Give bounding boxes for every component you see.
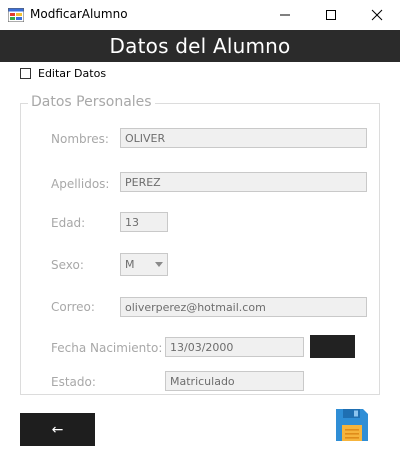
floppy-disk-icon[interactable] [334, 407, 370, 443]
back-button[interactable]: ← [20, 413, 95, 446]
personal-data-legend: Datos Personales [28, 94, 155, 110]
minimize-button[interactable] [262, 0, 308, 30]
app-form-icon [8, 8, 24, 22]
back-arrow-label: ← [51, 421, 64, 438]
minimize-icon [280, 14, 290, 16]
estado-input[interactable]: Matriculado [165, 371, 304, 391]
window-title: ModficarAlumno [30, 7, 128, 21]
maximize-button[interactable] [308, 0, 354, 30]
sexo-value: M [125, 258, 135, 271]
nombres-label: Nombres: [51, 132, 109, 146]
correo-input[interactable]: oliverperez@hotmail.com [120, 297, 367, 317]
apellidos-label: Apellidos: [51, 177, 110, 191]
estado-label: Estado: [51, 375, 96, 389]
chevron-down-icon [155, 262, 163, 267]
fecha-nacimiento-label: Fecha Nacimiento: [51, 341, 163, 355]
edad-label: Edad: [51, 216, 86, 230]
sexo-label: Sexo: [51, 258, 84, 272]
sexo-select[interactable]: M [120, 253, 168, 276]
edad-input[interactable]: 13 [120, 212, 168, 232]
close-icon [371, 9, 383, 21]
close-button[interactable] [354, 0, 400, 30]
fecha-nacimiento-input[interactable]: 13/03/2000 [165, 337, 304, 357]
apellidos-input[interactable]: PEREZ [120, 172, 367, 192]
correo-label: Correo: [51, 300, 95, 314]
edit-data-label[interactable]: Editar Datos [38, 67, 106, 80]
maximize-icon [326, 10, 336, 20]
edit-data-checkbox[interactable] [20, 68, 31, 79]
edit-data-row[interactable]: Editar Datos [20, 67, 106, 80]
date-picker-button[interactable] [310, 335, 355, 358]
header-title: Datos del Alumno [0, 30, 400, 62]
window-titlebar: ModficarAlumno [0, 0, 400, 30]
nombres-input[interactable]: OLIVER [120, 128, 367, 148]
